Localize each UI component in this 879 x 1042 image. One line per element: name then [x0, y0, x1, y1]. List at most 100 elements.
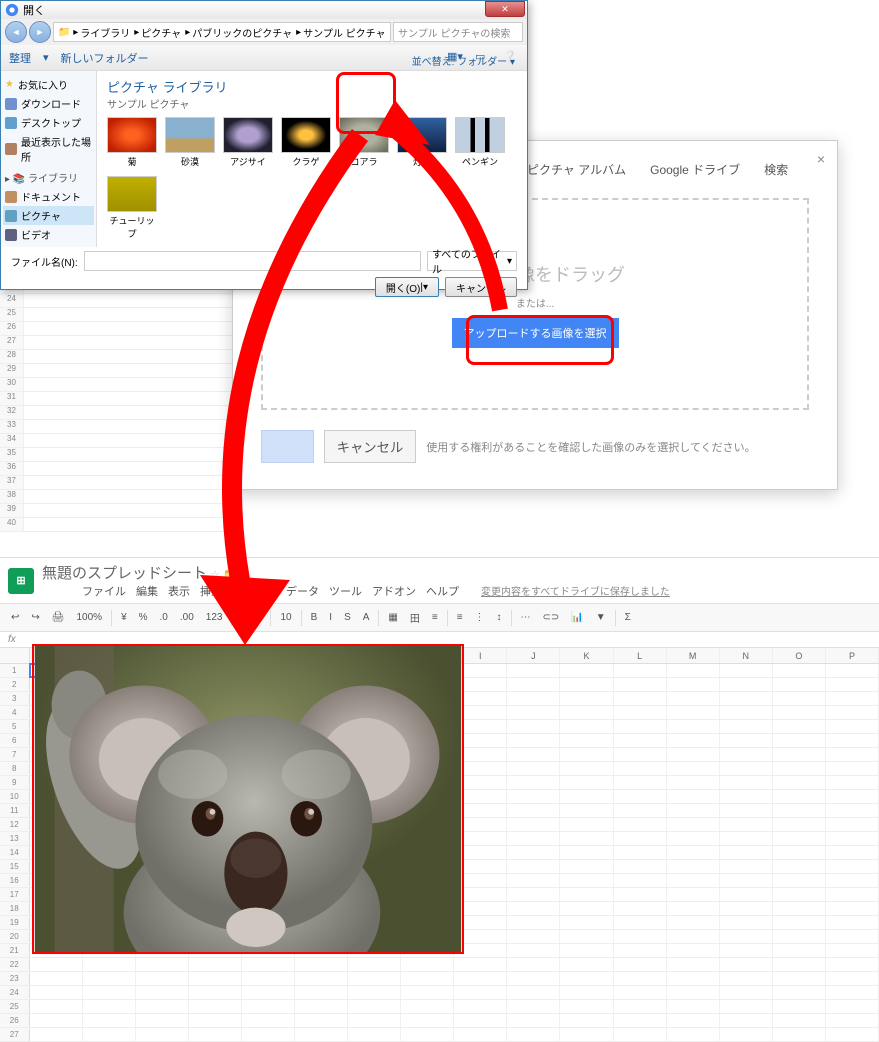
cell[interactable]	[30, 1014, 83, 1027]
row-header[interactable]: 13	[0, 832, 30, 845]
cell[interactable]	[720, 818, 773, 831]
italic-button[interactable]: I	[326, 610, 335, 625]
halign-button[interactable]: ≡	[454, 610, 466, 625]
cell[interactable]	[560, 972, 613, 985]
cell[interactable]	[773, 664, 826, 677]
menu-file[interactable]: ファイル	[82, 583, 126, 599]
text-color-button[interactable]: A	[360, 610, 373, 625]
chart-button[interactable]: ⊂⊃	[540, 610, 563, 625]
cell[interactable]	[826, 706, 879, 719]
upload-tab-drive[interactable]: Google ドライブ	[650, 161, 740, 178]
cell[interactable]	[560, 762, 613, 775]
file-thumb-koala[interactable]: コアラ	[339, 117, 389, 168]
menu-addons[interactable]: アドオン	[372, 583, 416, 599]
row-header[interactable]: 10	[0, 790, 30, 803]
cell[interactable]	[773, 944, 826, 957]
cell[interactable]	[720, 692, 773, 705]
cell[interactable]	[401, 972, 454, 985]
cell[interactable]	[826, 762, 879, 775]
cell[interactable]	[348, 972, 401, 985]
cell[interactable]	[826, 874, 879, 887]
row-header[interactable]: 25	[0, 1000, 30, 1013]
cell[interactable]	[773, 902, 826, 915]
cell[interactable]	[667, 860, 720, 873]
menu-tools[interactable]: ツール	[329, 583, 362, 599]
sidebar-favorites[interactable]: ★お気に入り	[3, 75, 94, 94]
row-header[interactable]: 1	[0, 664, 30, 677]
cell[interactable]	[348, 1014, 401, 1027]
breadcrumb-item[interactable]: 📁 ▸ ライブラリ	[58, 25, 130, 40]
document-title[interactable]: 無題のスプレッドシート	[42, 565, 207, 582]
cell[interactable]	[507, 1014, 560, 1027]
link-button[interactable]: ⋯	[518, 610, 534, 625]
menu-format[interactable]: 表示形式	[232, 583, 276, 599]
valign-button[interactable]: ⋮	[472, 610, 488, 625]
cell[interactable]	[720, 846, 773, 859]
row-header[interactable]: 19	[0, 916, 30, 929]
cell[interactable]	[720, 972, 773, 985]
cell[interactable]	[720, 944, 773, 957]
currency-button[interactable]: ¥	[118, 610, 130, 625]
cell[interactable]	[826, 972, 879, 985]
file-thumb-lighthouse[interactable]: 灯台	[397, 117, 447, 168]
cell[interactable]	[667, 986, 720, 999]
breadcrumb-item[interactable]: ▸ ピクチャ	[134, 25, 181, 40]
cell[interactable]	[136, 1028, 189, 1041]
cell[interactable]	[720, 790, 773, 803]
cell[interactable]	[560, 930, 613, 943]
cell[interactable]	[773, 692, 826, 705]
file-thumb-penguins[interactable]: ペンギン	[455, 117, 505, 168]
row-header[interactable]: 18	[0, 902, 30, 915]
borders-button[interactable]: 田	[407, 608, 423, 627]
cell[interactable]	[295, 1000, 348, 1013]
upload-tab-search[interactable]: 検索	[764, 161, 788, 178]
cell[interactable]	[614, 972, 667, 985]
cell[interactable]	[83, 1000, 136, 1013]
undo-button[interactable]: ↩	[8, 610, 22, 625]
cell[interactable]	[507, 930, 560, 943]
col-header[interactable]: O	[773, 648, 826, 663]
cell[interactable]	[826, 790, 879, 803]
row-header[interactable]: 26	[0, 1014, 30, 1027]
cell[interactable]	[667, 916, 720, 929]
cell[interactable]	[667, 972, 720, 985]
cell[interactable]	[826, 916, 879, 929]
cell[interactable]	[614, 1014, 667, 1027]
strikethrough-button[interactable]: S	[341, 610, 354, 625]
row-header[interactable]: 23	[0, 972, 30, 985]
folder-icon[interactable]: 📁	[223, 569, 237, 581]
cell[interactable]	[295, 972, 348, 985]
row-header[interactable]: 17	[0, 888, 30, 901]
cell[interactable]	[773, 762, 826, 775]
cell[interactable]	[773, 790, 826, 803]
zoom-dropdown[interactable]: 100%	[73, 610, 105, 625]
cell[interactable]	[348, 986, 401, 999]
cell[interactable]	[667, 706, 720, 719]
cell[interactable]	[83, 1014, 136, 1027]
cell[interactable]	[507, 874, 560, 887]
cell[interactable]	[560, 1028, 613, 1041]
cell[interactable]	[773, 916, 826, 929]
input-method-button[interactable]: Σ	[622, 610, 634, 625]
cell[interactable]	[454, 1000, 507, 1013]
cell[interactable]	[614, 860, 667, 873]
cell[interactable]	[614, 944, 667, 957]
cell[interactable]	[189, 972, 242, 985]
cell[interactable]	[667, 1028, 720, 1041]
cell[interactable]	[826, 664, 879, 677]
row-header[interactable]: 20	[0, 930, 30, 943]
wrap-button[interactable]: ↕	[494, 610, 505, 625]
cell[interactable]	[773, 874, 826, 887]
cell[interactable]	[773, 1014, 826, 1027]
cell[interactable]	[507, 888, 560, 901]
cell[interactable]	[560, 874, 613, 887]
cell[interactable]	[560, 832, 613, 845]
cell[interactable]	[560, 748, 613, 761]
file-thumb-hydrangeas[interactable]: アジサイ	[223, 117, 273, 168]
cell[interactable]	[826, 776, 879, 789]
cell[interactable]	[720, 706, 773, 719]
cell[interactable]	[348, 1028, 401, 1041]
cell[interactable]	[614, 1000, 667, 1013]
close-button[interactable]: ✕	[485, 1, 525, 17]
row-header[interactable]: 8	[0, 762, 30, 775]
